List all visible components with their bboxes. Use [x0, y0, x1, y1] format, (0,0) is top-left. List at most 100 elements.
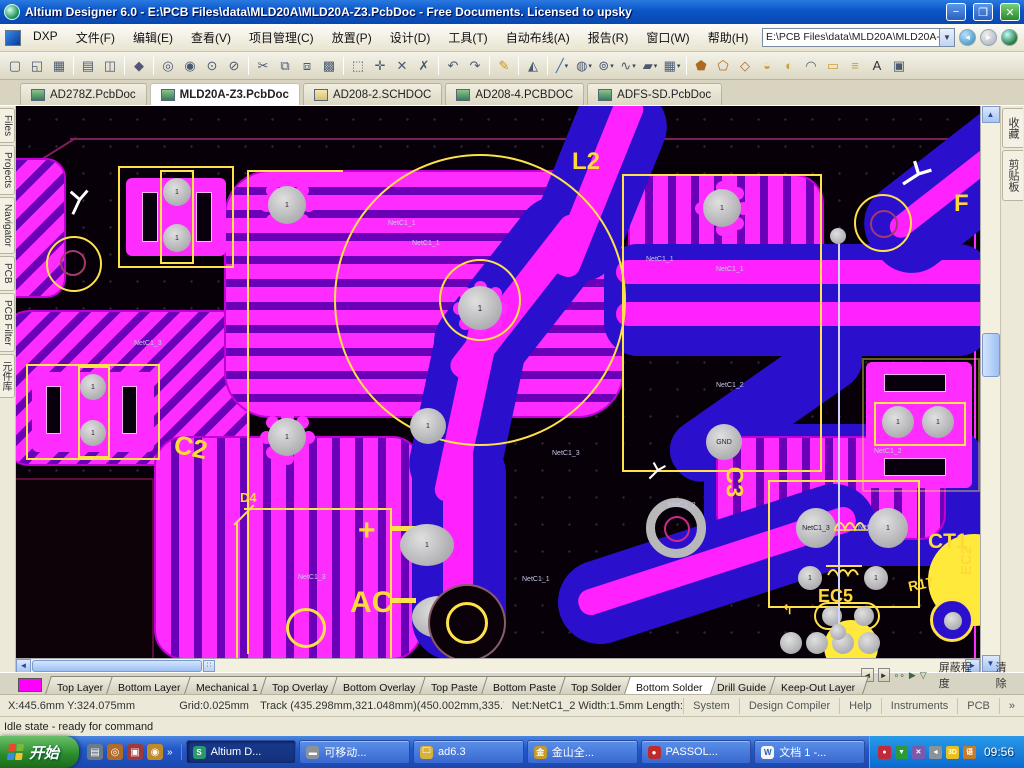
menu-自动布线A[interactable]: 自动布线(A): [497, 26, 579, 49]
paste-icon[interactable]: ⧈: [296, 55, 318, 77]
pcb-canvas[interactable]: 1 1 1 1 1 1 1: [16, 106, 980, 658]
place-pad-icon[interactable]: ◍▾: [573, 55, 595, 77]
dropdown-arrow-icon[interactable]: ▾: [654, 62, 658, 70]
menu-工具T[interactable]: 工具(T): [439, 26, 496, 49]
paste-array-icon[interactable]: ▩: [318, 55, 340, 77]
tray-network-icon[interactable]: ✕: [912, 746, 925, 759]
filter-funnel-icon[interactable]: ▽: [920, 670, 927, 681]
polygon-pour-icon[interactable]: ⬟: [690, 55, 712, 77]
dropdown-arrow-icon[interactable]: ▾: [565, 62, 569, 70]
clear-filter-icon[interactable]: ✗: [413, 55, 435, 77]
home-globe-icon[interactable]: [1001, 29, 1018, 46]
layer-tab-keep-out-layer[interactable]: Keep-Out Layer: [769, 676, 869, 694]
browse-component-icon[interactable]: ◭: [522, 55, 544, 77]
task-button-Altium D[interactable]: SAltium D...: [186, 740, 297, 764]
place-via-icon[interactable]: ⊚▾: [595, 55, 617, 77]
status-panel-design-compiler[interactable]: Design Compiler: [739, 698, 839, 714]
restore-button[interactable]: ❐: [973, 3, 993, 21]
clear-button[interactable]: 清除: [988, 658, 1022, 692]
sidebar-tab-pcb[interactable]: PCB: [0, 256, 15, 291]
designator-label-L2[interactable]: L2: [572, 148, 600, 176]
layer-tab-bottom-overlay[interactable]: Bottom Overlay: [332, 676, 430, 694]
designator-label-D4[interactable]: D4: [240, 490, 257, 505]
task-button-ad63[interactable]: 🗀ad6.3: [413, 740, 524, 764]
tray-xear3d-icon[interactable]: 3D: [946, 746, 959, 759]
horizontal-scroll-thumb[interactable]: [32, 660, 202, 672]
sidebar-tab-navigator[interactable]: Navigator: [0, 197, 15, 254]
vertical-scrollbar[interactable]: ▲ ▼: [980, 106, 1000, 672]
menu-编辑E[interactable]: 编辑(E): [124, 26, 182, 49]
cut-icon[interactable]: ✂: [252, 55, 274, 77]
status-panel-»[interactable]: »: [999, 698, 1024, 714]
task-button-可移动[interactable]: ▬可移动...: [299, 740, 410, 764]
dropdown-arrow-icon[interactable]: ▾: [588, 62, 592, 70]
forward-icon[interactable]: ▸: [980, 29, 997, 46]
sidebar-tab-projects[interactable]: Projects: [0, 145, 15, 195]
open-document-icon[interactable]: ◱: [26, 55, 48, 77]
active-layer-color-swatch[interactable]: [18, 678, 42, 692]
designator-label-↰[interactable]: ↰: [782, 602, 793, 618]
layer-tab-bottom-layer[interactable]: Bottom Layer: [106, 676, 194, 694]
sidebar-tab-剪贴板[interactable]: 剪贴板: [1002, 150, 1023, 201]
tray-update-icon[interactable]: ▼: [895, 746, 908, 759]
polygon-cutout-icon[interactable]: ⬠: [712, 55, 734, 77]
doc-tab-mld20a-z3.pcbdoc[interactable]: MLD20A-Z3.PcbDoc: [150, 83, 300, 105]
status-panel-pcb[interactable]: PCB: [957, 698, 999, 714]
grid-icon[interactable]: ▦▾: [661, 55, 683, 77]
path-dropdown-icon[interactable]: ▼: [940, 28, 955, 47]
pane-splitter[interactable]: ∷: [203, 660, 215, 672]
quicklaunch-search-icon[interactable]: ◎: [107, 744, 123, 760]
task-button-PASSOL[interactable]: ●PASSOL...: [641, 740, 752, 764]
designator-label-+[interactable]: +: [358, 514, 376, 548]
undo-icon[interactable]: ↶: [442, 55, 464, 77]
dropdown-arrow-icon[interactable]: ▾: [610, 62, 614, 70]
align-icon[interactable]: ≡: [844, 55, 866, 77]
save-icon[interactable]: ▦: [48, 55, 70, 77]
start-button[interactable]: 开始: [0, 736, 79, 768]
scroll-left-icon[interactable]: ◄: [16, 659, 31, 673]
zoom-selection-icon[interactable]: ⊙: [201, 55, 223, 77]
layer-tab-top-paste[interactable]: Top Paste: [419, 676, 492, 694]
close-button[interactable]: ✕: [1000, 3, 1020, 21]
sidebar-tab-files[interactable]: Files: [0, 108, 15, 143]
quicklaunch-media-icon[interactable]: ▤: [87, 744, 103, 760]
menu-DXP[interactable]: DXP: [24, 26, 67, 49]
status-panel-instruments[interactable]: Instruments: [881, 698, 957, 714]
string-tool-icon[interactable]: A: [866, 55, 888, 77]
layer-tab-mechanical-1[interactable]: Mechanical 1: [184, 676, 272, 694]
title-bar[interactable]: Altium Designer 6.0 - E:\PCB Files\data\…: [0, 0, 1024, 24]
horizontal-scrollbar[interactable]: ◄ ∷ ►: [16, 658, 980, 672]
menu-设计D[interactable]: 设计(D): [381, 26, 440, 49]
designator-label-AC[interactable]: AC: [350, 586, 393, 620]
doc-tab-ad208-2.schdoc[interactable]: AD208-2.SCHDOC: [303, 83, 442, 105]
quicklaunch-player-icon[interactable]: ◉: [147, 744, 163, 760]
menu-查看V[interactable]: 查看(V): [182, 26, 240, 49]
highlight-pen-icon[interactable]: ✎: [493, 55, 515, 77]
menu-放置P[interactable]: 放置(P): [323, 26, 381, 49]
document-path-input[interactable]: E:\PCB Files\data\MLD20A\MLD20A-Z3: [762, 28, 940, 47]
origin-icon[interactable]: ◐: [778, 55, 800, 77]
redo-icon[interactable]: ↷: [464, 55, 486, 77]
quicklaunch-overflow-icon[interactable]: »: [167, 747, 173, 758]
place-arc-icon[interactable]: ∿▾: [617, 55, 639, 77]
tray-antivirus-icon[interactable]: ●: [878, 746, 891, 759]
vertical-scroll-thumb[interactable]: [982, 333, 1000, 377]
deselect-icon[interactable]: ✕: [391, 55, 413, 77]
status-panel-system[interactable]: System: [683, 698, 739, 714]
zoom-clear-icon[interactable]: ⊘: [223, 55, 245, 77]
layer-tab-bottom-solder[interactable]: Bottom Solder: [624, 676, 716, 694]
designator-label-F[interactable]: F: [954, 190, 969, 218]
menu-窗口W[interactable]: 窗口(W): [637, 26, 698, 49]
select-area-icon[interactable]: ⬚: [347, 55, 369, 77]
sidebar-tab-元件库[interactable]: 元件库: [0, 354, 15, 398]
place-fill-icon[interactable]: ▰▾: [639, 55, 661, 77]
print-icon[interactable]: ▤: [77, 55, 99, 77]
tray-ime-icon[interactable]: 语: [963, 746, 976, 759]
menu-帮助H[interactable]: 帮助(H): [699, 26, 758, 49]
designator-label-C2[interactable]: C2: [171, 429, 210, 466]
layer-tab-top-overlay[interactable]: Top Overlay: [261, 676, 343, 694]
doc-tab-ad278z.pcbdoc[interactable]: AD278Z.PcbDoc: [20, 83, 147, 105]
room-icon[interactable]: ◒: [756, 55, 778, 77]
print-preview-icon[interactable]: ◫: [99, 55, 121, 77]
interactive-route-icon[interactable]: ╱▾: [551, 55, 573, 77]
